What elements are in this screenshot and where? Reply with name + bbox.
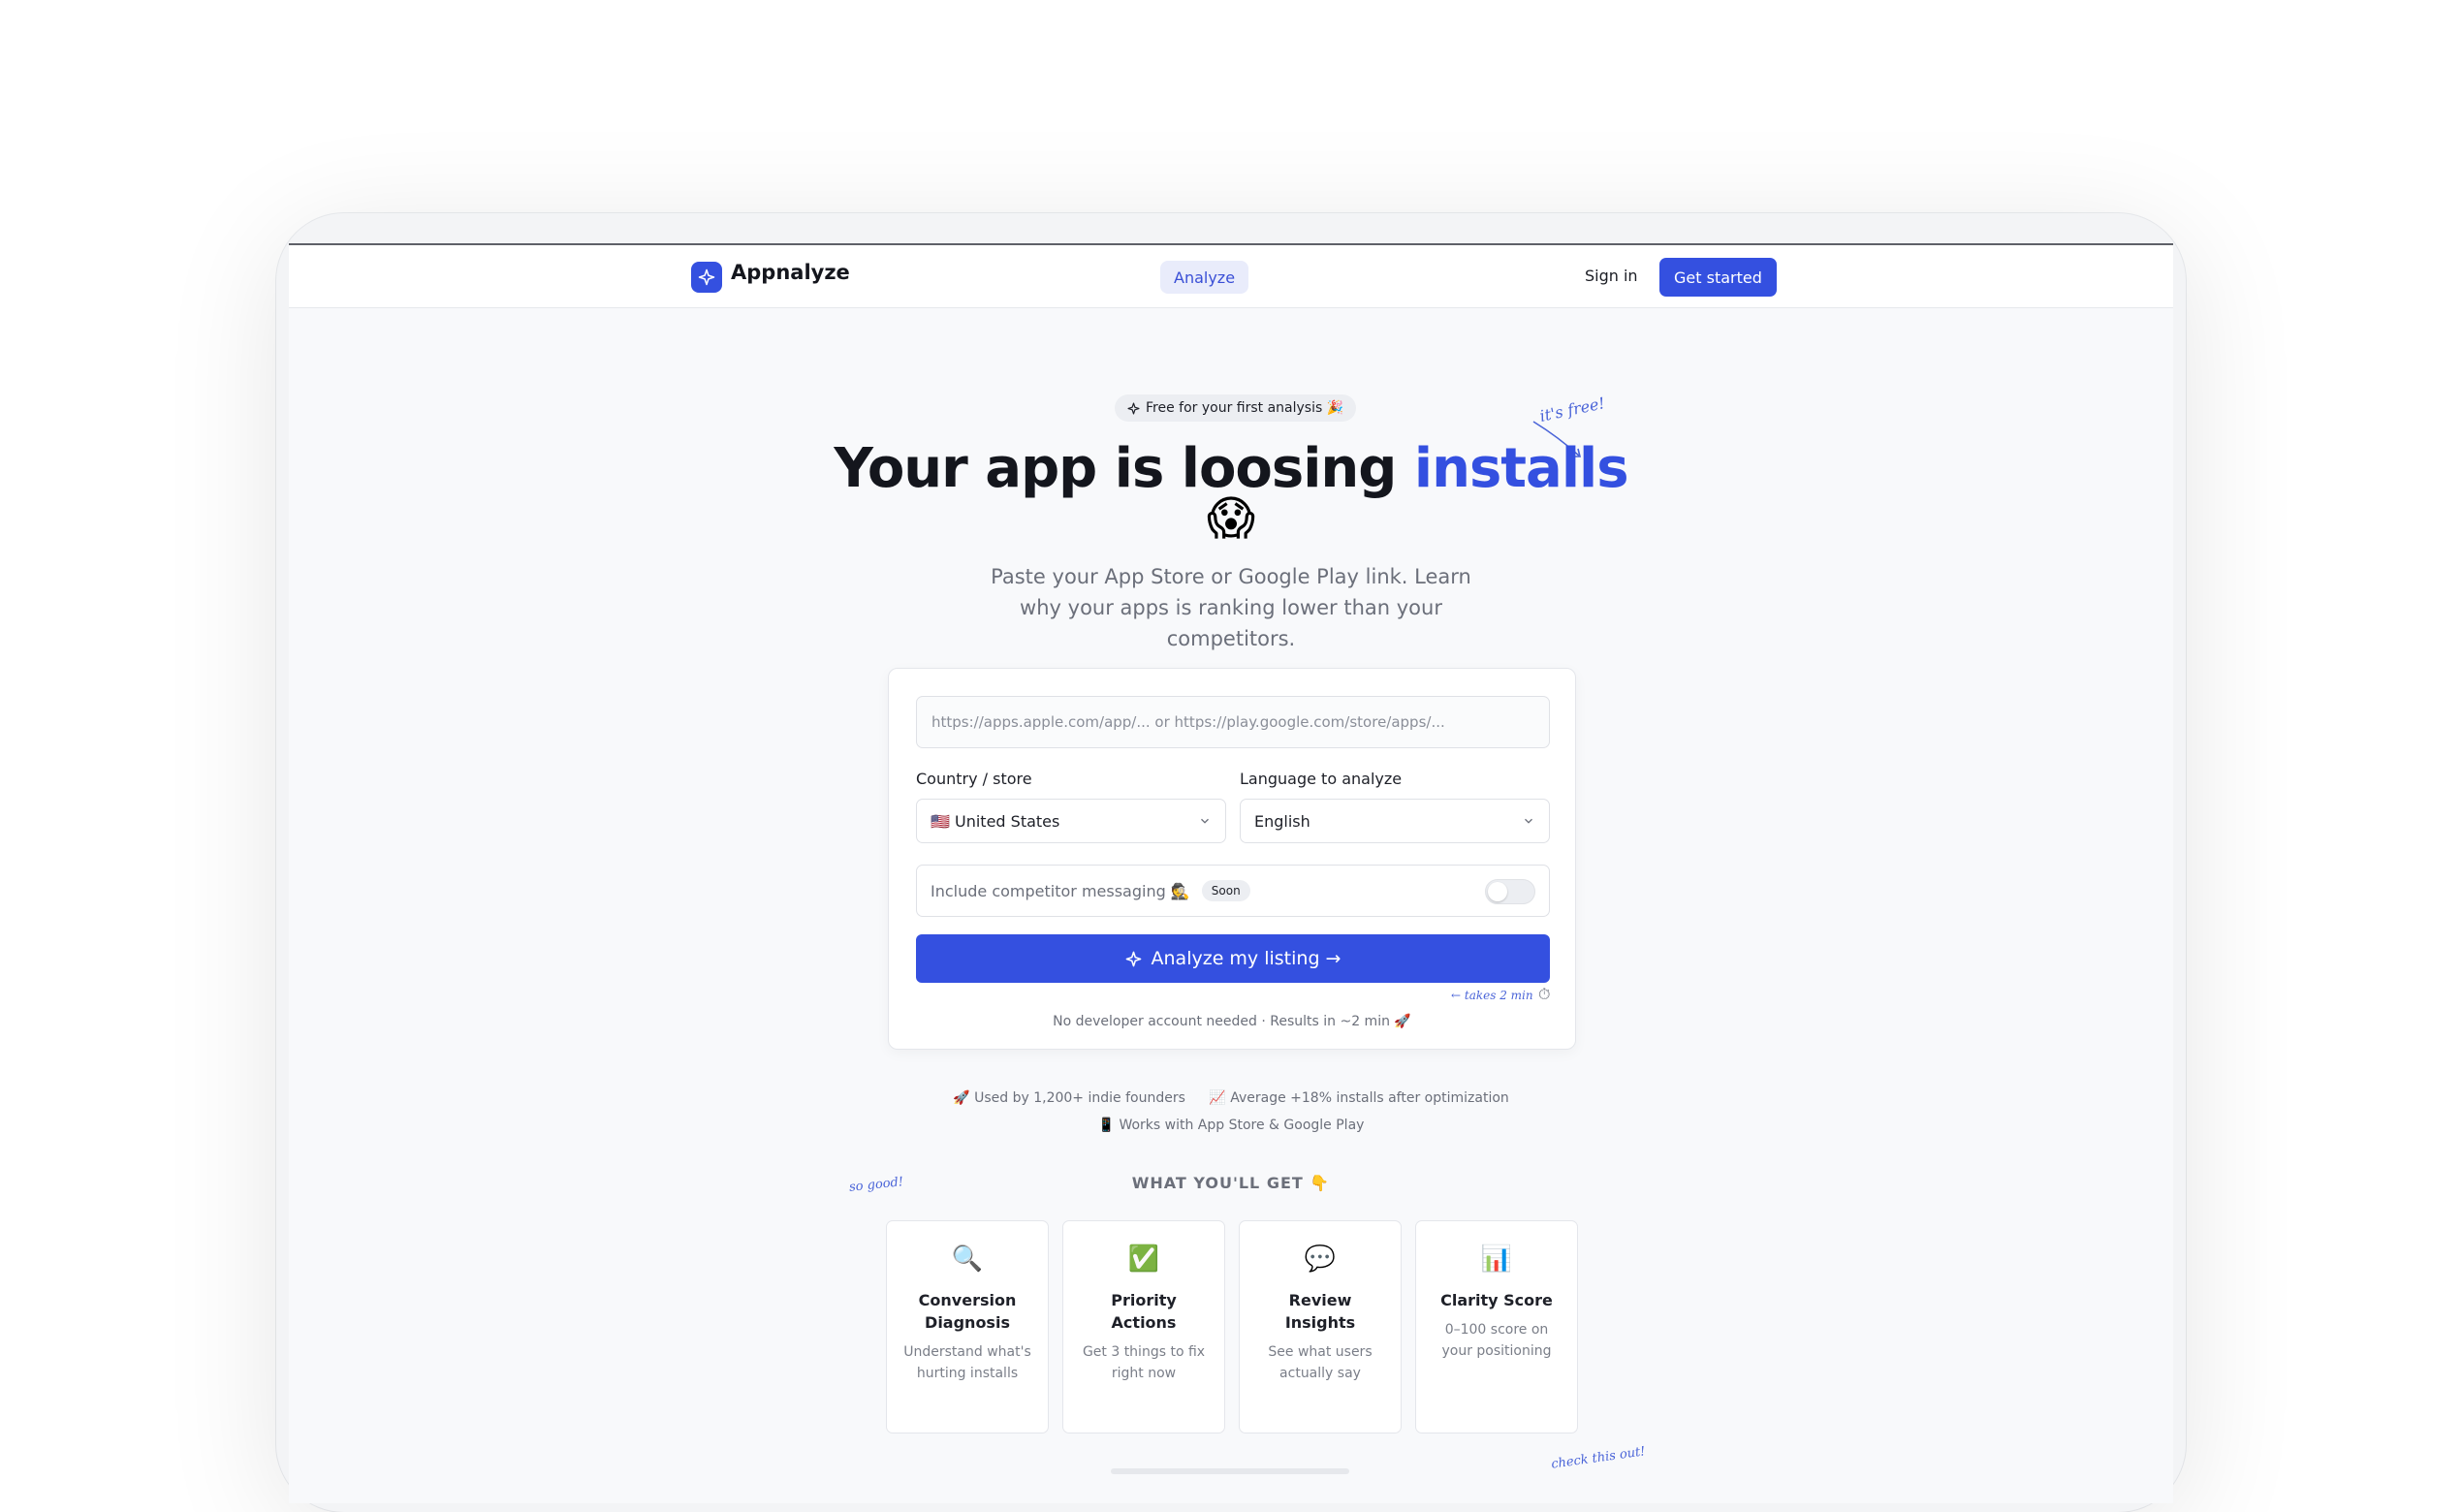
language-label: Language to analyze — [1240, 770, 1403, 788]
stopwatch-icon: ⏱ — [1538, 985, 1551, 1003]
language-select[interactable]: English — [1240, 799, 1550, 843]
toggle-knob — [1488, 882, 1507, 901]
country-select[interactable]: 🇺🇸 United States — [916, 799, 1226, 843]
language-select-value: English — [1254, 811, 1310, 831]
feature-card: ✅ Priority Actions Get 3 things to fix r… — [1062, 1220, 1225, 1433]
sign-in-link[interactable]: Sign in — [1585, 267, 1638, 285]
form-footnote: No developer account needed · Results in… — [1053, 1014, 1411, 1029]
competitor-toggle[interactable] — [1485, 879, 1535, 904]
features-grid: 🔍 Conversion Diagnosis Understand what's… — [886, 1220, 1578, 1433]
hero-subtitle: Paste your App Store or Google Play link… — [991, 565, 1471, 650]
brand-name[interactable]: Appnalyze — [731, 261, 850, 284]
checkmark-icon: ✅ — [1127, 1244, 1160, 1274]
next-section-peek — [1111, 1468, 1349, 1474]
stat-founders: 🚀 Used by 1,200+ indie founders — [953, 1090, 1185, 1106]
feature-title: Conversion Diagnosis — [918, 1291, 1017, 1332]
country-label: Country / store — [916, 770, 1032, 788]
feature-desc: Get 3 things to fix right now — [1082, 1344, 1206, 1381]
free-badge: Free for your first analysis 🎉 — [1115, 394, 1357, 422]
feature-card: 📊 Clarity Score 0–100 score on your posi… — [1415, 1220, 1578, 1433]
hero-emoji: 😱 — [1206, 491, 1256, 546]
chevron-down-icon — [1525, 818, 1532, 824]
free-badge-label: Free for your first analysis 🎉 — [1146, 400, 1344, 416]
competitor-messaging-row: Include competitor messaging 🕵️ Soon — [916, 865, 1550, 917]
feature-desc: Understand what's hurting installs — [903, 1344, 1031, 1381]
feature-title: Review Insights — [1284, 1291, 1356, 1332]
app-url-placeholder: https://apps.apple.com/app/... or https:… — [931, 713, 1445, 731]
sparkle-icon — [1125, 951, 1141, 966]
analyze-listing-label: Analyze my listing → — [1151, 948, 1341, 969]
feature-desc: 0–100 score on your positioning — [1441, 1322, 1552, 1359]
sparkle-icon — [1127, 401, 1140, 415]
navbar: Appnalyze Analyze Sign in Get started — [289, 245, 2173, 308]
app-screen: Appnalyze Analyze Sign in Get started Fr… — [289, 243, 2173, 1503]
feature-title: Clarity Score — [1440, 1291, 1553, 1309]
check-this-out-annotation: check this out! — [1550, 1444, 1647, 1472]
feature-desc: See what users actually say — [1268, 1344, 1373, 1381]
social-proof: 🚀 Used by 1,200+ indie founders 📈 Averag… — [289, 1085, 2173, 1139]
analyze-form-card: https://apps.apple.com/app/... or https:… — [888, 668, 1576, 1050]
stat-platforms: 📱 Works with App Store & Google Play — [1097, 1118, 1365, 1133]
country-select-value: 🇺🇸 United States — [931, 811, 1060, 831]
features-section-title: WHAT YOU'LL GET 👇 — [1131, 1174, 1331, 1192]
feature-card: 🔍 Conversion Diagnosis Understand what's… — [886, 1220, 1049, 1433]
chevron-down-icon — [1201, 818, 1209, 824]
nav-analyze-link[interactable]: Analyze — [1160, 261, 1249, 294]
bar-chart-icon: 📊 — [1480, 1244, 1513, 1274]
analyze-listing-button[interactable]: Analyze my listing → — [916, 934, 1550, 983]
takes-time-annotation: ← takes 2 min — [1451, 989, 1533, 1002]
competitor-messaging-label: Include competitor messaging 🕵️ — [931, 881, 1190, 900]
soon-badge: Soon — [1201, 880, 1250, 901]
feature-card: 💬 Review Insights See what users actuall… — [1239, 1220, 1402, 1433]
stat-average-installs: 📈 Average +18% installs after optimizati… — [1209, 1090, 1509, 1106]
speech-bubble-icon: 💬 — [1304, 1244, 1337, 1274]
app-url-input[interactable]: https://apps.apple.com/app/... or https:… — [916, 696, 1550, 748]
logo-icon[interactable] — [691, 262, 722, 293]
get-started-button[interactable]: Get started — [1659, 258, 1777, 297]
magnifier-icon: 🔍 — [951, 1244, 984, 1274]
feature-title: Priority Actions — [1111, 1291, 1177, 1332]
